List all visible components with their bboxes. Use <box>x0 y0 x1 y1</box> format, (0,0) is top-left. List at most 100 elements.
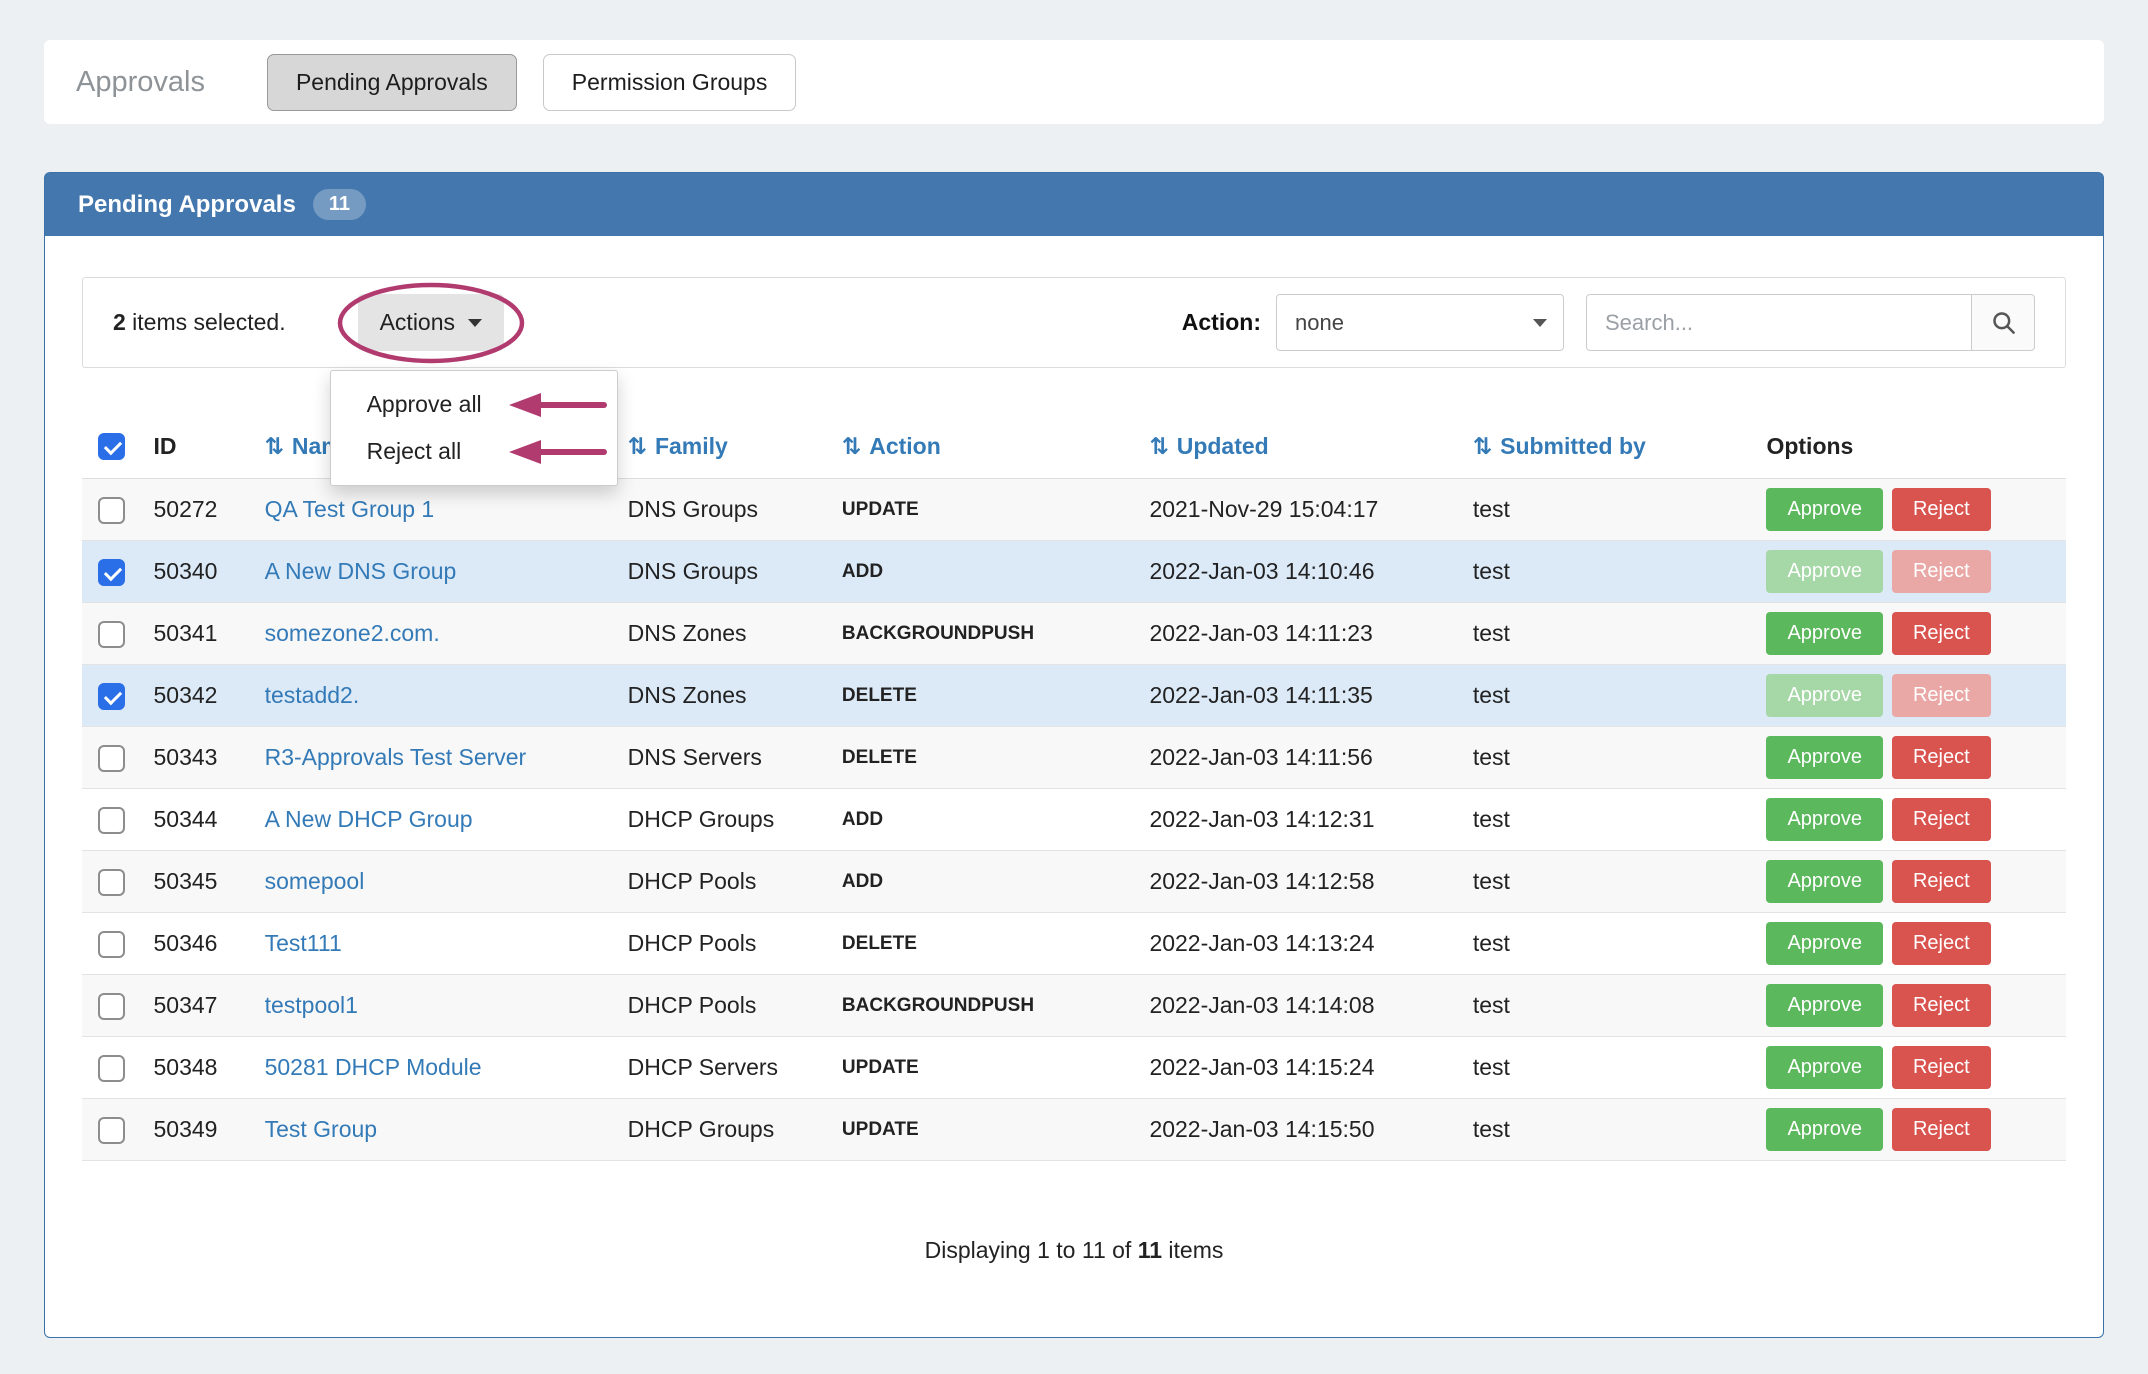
row-updated: 2022-Jan-03 14:15:24 <box>1139 1037 1462 1099</box>
approve-button[interactable]: Approve <box>1766 984 1883 1027</box>
column-header-action[interactable]: ⇅Action <box>832 414 1140 479</box>
actions-dropdown-button[interactable]: Actions <box>358 294 504 351</box>
reject-button[interactable]: Reject <box>1892 736 1991 779</box>
row-options-cell: ApproveReject <box>1756 1037 2066 1099</box>
reject-button[interactable]: Reject <box>1892 612 1991 655</box>
name-link[interactable]: somepool <box>265 868 365 894</box>
row-checkbox[interactable] <box>98 559 125 586</box>
action-filter-select[interactable]: none <box>1276 294 1564 351</box>
approve-button[interactable]: Approve <box>1766 736 1883 779</box>
row-checkbox[interactable] <box>98 1055 125 1082</box>
column-header-family[interactable]: ⇅Family <box>618 414 832 479</box>
row-action: UPDATE <box>832 1037 1140 1099</box>
approve-button[interactable]: Approve <box>1766 612 1883 655</box>
select-all-checkbox[interactable] <box>98 433 125 460</box>
name-link[interactable]: testadd2. <box>265 682 360 708</box>
approve-button[interactable]: Approve <box>1766 674 1883 717</box>
reject-button[interactable]: Reject <box>1892 860 1991 903</box>
chevron-down-icon <box>1533 319 1547 327</box>
tab-pending-approvals[interactable]: Pending Approvals <box>267 54 517 111</box>
row-options-cell: ApproveReject <box>1756 665 2066 727</box>
row-id: 50341 <box>144 603 255 665</box>
tab-permission-groups[interactable]: Permission Groups <box>543 54 797 111</box>
reject-button[interactable]: Reject <box>1892 984 1991 1027</box>
row-submitted-by: test <box>1463 1099 1757 1161</box>
action-filter-label: Action: <box>1182 309 1261 336</box>
row-action: UPDATE <box>832 479 1140 541</box>
search-button[interactable] <box>1972 294 2035 351</box>
row-action: ADD <box>832 789 1140 851</box>
row-submitted-by: test <box>1463 541 1757 603</box>
menu-item-reject-all[interactable]: Reject all <box>331 428 617 475</box>
approve-button[interactable]: Approve <box>1766 1108 1883 1151</box>
approve-button[interactable]: Approve <box>1766 1046 1883 1089</box>
column-header-options: Options <box>1756 414 2066 479</box>
approve-button[interactable]: Approve <box>1766 488 1883 531</box>
name-link[interactable]: R3-Approvals Test Server <box>265 744 527 770</box>
row-updated: 2022-Jan-03 14:11:23 <box>1139 603 1462 665</box>
column-header-updated[interactable]: ⇅Updated <box>1139 414 1462 479</box>
row-checkbox[interactable] <box>98 931 125 958</box>
row-updated: 2022-Jan-03 14:12:58 <box>1139 851 1462 913</box>
row-checkbox[interactable] <box>98 497 125 524</box>
table-row: 50349Test GroupDHCP GroupsUPDATE2022-Jan… <box>82 1099 2066 1161</box>
actions-dropdown-wrap: Actions Approve allReject all <box>358 294 504 351</box>
column-label: ID <box>154 433 177 459</box>
actions-dropdown-menu: Approve allReject all <box>330 370 618 486</box>
approve-button[interactable]: Approve <box>1766 860 1883 903</box>
row-submitted-by: test <box>1463 727 1757 789</box>
row-updated: 2022-Jan-03 14:12:31 <box>1139 789 1462 851</box>
name-link[interactable]: QA Test Group 1 <box>265 496 435 522</box>
panel-body: 2 items selected. Actions Approve allRej… <box>45 236 2103 1264</box>
row-updated: 2022-Jan-03 14:15:50 <box>1139 1099 1462 1161</box>
row-name-cell: QA Test Group 1 <box>255 479 618 541</box>
row-checkbox-cell <box>82 727 144 789</box>
name-link[interactable]: A New DHCP Group <box>265 806 473 832</box>
table-row: 50345somepoolDHCP PoolsADD2022-Jan-03 14… <box>82 851 2066 913</box>
row-checkbox[interactable] <box>98 1117 125 1144</box>
reject-button[interactable]: Reject <box>1892 922 1991 965</box>
row-action: DELETE <box>832 913 1140 975</box>
search-input[interactable] <box>1586 294 1972 351</box>
selection-label: items selected. <box>126 309 286 335</box>
row-options-cell: ApproveReject <box>1756 851 2066 913</box>
row-checkbox-cell <box>82 789 144 851</box>
name-link[interactable]: somezone2.com. <box>265 620 440 646</box>
reject-button[interactable]: Reject <box>1892 798 1991 841</box>
reject-button[interactable]: Reject <box>1892 674 1991 717</box>
column-header-submitted_by[interactable]: ⇅Submitted by <box>1463 414 1757 479</box>
approve-button[interactable]: Approve <box>1766 922 1883 965</box>
row-checkbox-cell <box>82 541 144 603</box>
panel-title: Pending Approvals <box>78 191 296 219</box>
row-checkbox-cell <box>82 975 144 1037</box>
approve-button[interactable]: Approve <box>1766 550 1883 593</box>
row-updated: 2022-Jan-03 14:10:46 <box>1139 541 1462 603</box>
row-id: 50344 <box>144 789 255 851</box>
reject-button[interactable]: Reject <box>1892 488 1991 531</box>
row-checkbox-cell <box>82 1099 144 1161</box>
row-options-cell: ApproveReject <box>1756 1099 2066 1161</box>
row-name-cell: 50281 DHCP Module <box>255 1037 618 1099</box>
row-checkbox-cell <box>82 479 144 541</box>
reject-button[interactable]: Reject <box>1892 1046 1991 1089</box>
row-checkbox[interactable] <box>98 993 125 1020</box>
reject-button[interactable]: Reject <box>1892 550 1991 593</box>
row-checkbox[interactable] <box>98 807 125 834</box>
menu-item-approve-all[interactable]: Approve all <box>331 381 617 428</box>
name-link[interactable]: Test111 <box>265 930 342 956</box>
row-submitted-by: test <box>1463 851 1757 913</box>
reject-button[interactable]: Reject <box>1892 1108 1991 1151</box>
row-id: 50346 <box>144 913 255 975</box>
row-checkbox[interactable] <box>98 745 125 772</box>
column-label: Options <box>1766 433 1853 459</box>
name-link[interactable]: Test Group <box>265 1116 378 1142</box>
name-link[interactable]: testpool1 <box>265 992 358 1018</box>
row-id: 50343 <box>144 727 255 789</box>
name-link[interactable]: 50281 DHCP Module <box>265 1054 482 1080</box>
row-family: DHCP Pools <box>618 851 832 913</box>
approve-button[interactable]: Approve <box>1766 798 1883 841</box>
row-checkbox[interactable] <box>98 621 125 648</box>
row-checkbox[interactable] <box>98 869 125 896</box>
row-checkbox[interactable] <box>98 683 125 710</box>
name-link[interactable]: A New DNS Group <box>265 558 457 584</box>
